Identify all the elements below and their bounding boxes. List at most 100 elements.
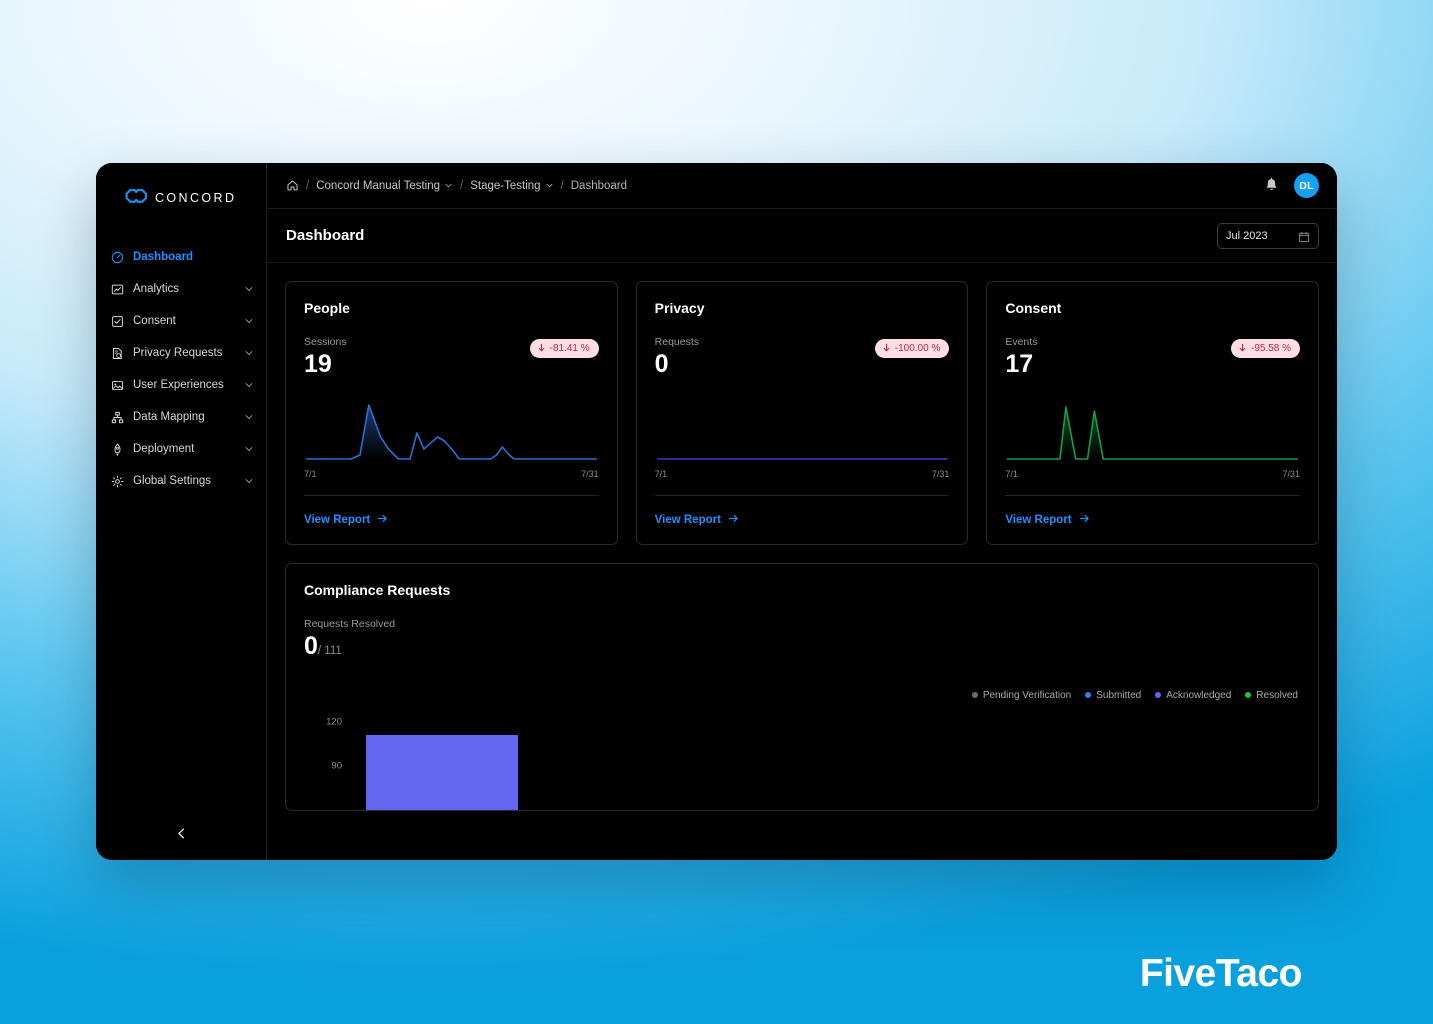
sidebar-item-dashboard[interactable]: Dashboard bbox=[96, 241, 266, 273]
compliance-metric: Requests Resolved 0/ 111 bbox=[304, 618, 1300, 661]
gauge-icon bbox=[110, 250, 124, 264]
legend-dot bbox=[1085, 692, 1092, 699]
metric-label: Sessions bbox=[304, 336, 347, 348]
chevron-down-icon bbox=[244, 380, 254, 390]
view-report-link[interactable]: View Report bbox=[1005, 513, 1089, 527]
legend-label: Acknowledged bbox=[1166, 689, 1232, 701]
metric-row: Requests 0 -100.00 % bbox=[655, 336, 950, 379]
y-axis: 120 90 bbox=[308, 714, 342, 810]
sidebar-item-data-mapping[interactable]: Data Mapping bbox=[96, 401, 266, 433]
status-badge: -100.00 % bbox=[874, 339, 950, 358]
card-footer: View Report bbox=[654, 494, 950, 544]
sidebar-nav: Dashboard Analytics Consent Privacy Requ… bbox=[96, 241, 266, 497]
breadcrumb-item-current: Dashboard bbox=[570, 179, 628, 192]
home-icon[interactable] bbox=[286, 179, 299, 192]
breadcrumb-label: Stage-Testing bbox=[470, 179, 541, 192]
sidebar-item-deployment[interactable]: Deployment bbox=[96, 433, 266, 465]
bar-stack[interactable] bbox=[366, 734, 518, 810]
metric-value: 17 bbox=[1005, 350, 1034, 378]
arrow-down-icon bbox=[537, 343, 546, 355]
legend-item-pending-verification[interactable]: Pending Verification bbox=[971, 690, 1071, 701]
legend-dot bbox=[1245, 692, 1252, 699]
chart-box-icon bbox=[110, 282, 124, 296]
document-shield-icon bbox=[110, 346, 124, 360]
metric-left: Events 17 bbox=[1005, 336, 1231, 379]
delta-value: -95.58 % bbox=[1250, 343, 1292, 354]
watermark: FiveTaco bbox=[1139, 952, 1303, 995]
legend-item-submitted[interactable]: Submitted bbox=[1085, 690, 1141, 701]
legend-label: Resolved bbox=[1256, 689, 1298, 701]
metric-value: 19 bbox=[304, 350, 332, 378]
sidebar-item-label: Analytics bbox=[133, 283, 180, 295]
bar-chart: 120 90 bbox=[304, 714, 1300, 810]
legend-label: Submitted bbox=[1096, 689, 1142, 701]
metric-value: 0 bbox=[654, 350, 669, 378]
breadcrumb-separator: / bbox=[306, 179, 310, 192]
chevron-down-icon bbox=[244, 444, 254, 454]
sidebar-item-label: User Experiences bbox=[133, 379, 224, 391]
chevron-left-icon bbox=[175, 827, 188, 845]
metric-total: / 111 bbox=[317, 644, 342, 657]
card-title: Privacy bbox=[654, 300, 705, 316]
sidebar-item-label: Deployment bbox=[133, 443, 195, 455]
sidebar-item-label: Consent bbox=[133, 315, 176, 327]
view-report-link[interactable]: View Report bbox=[304, 513, 388, 527]
sidebar-item-analytics[interactable]: Analytics bbox=[96, 273, 266, 305]
axis-end-label: 7/31 bbox=[1282, 468, 1301, 479]
delta-value: -100.00 % bbox=[894, 343, 941, 354]
legend-item-resolved[interactable]: Resolved bbox=[1245, 690, 1298, 701]
sidebar-item-global-settings[interactable]: Global Settings bbox=[96, 465, 266, 497]
axis-end-label: 7/31 bbox=[581, 468, 599, 479]
legend-dot bbox=[971, 692, 978, 699]
avatar[interactable]: DL bbox=[1294, 173, 1319, 198]
y-axis-tick: 120 bbox=[326, 716, 342, 728]
sidebar-collapse-button[interactable] bbox=[96, 822, 266, 850]
sparkline-axis: 7/1 7/31 bbox=[304, 469, 599, 479]
checkbox-icon bbox=[110, 314, 124, 328]
sidebar-item-consent[interactable]: Consent bbox=[96, 305, 266, 337]
legend-item-acknowledged[interactable]: Acknowledged bbox=[1155, 690, 1231, 701]
sidebar-item-user-experiences[interactable]: User Experiences bbox=[96, 369, 266, 401]
chevron-down-icon bbox=[244, 348, 254, 358]
brand-name: CONCORD bbox=[155, 191, 237, 205]
sidebar-item-label: Privacy Requests bbox=[133, 347, 223, 359]
date-picker[interactable]: Jul 2023 bbox=[1217, 222, 1319, 249]
sidebar-item-privacy-requests[interactable]: Privacy Requests bbox=[96, 337, 266, 369]
card-consent: Consent Events 17 -95.58 % 7/1 7/31 View… bbox=[986, 281, 1320, 545]
legend-dot bbox=[1155, 692, 1162, 699]
chevron-down-icon bbox=[244, 316, 254, 326]
page-header: Dashboard Jul 2023 bbox=[267, 209, 1337, 263]
breadcrumb-item-org[interactable]: Concord Manual Testing bbox=[316, 180, 453, 192]
breadcrumb-item-env[interactable]: Stage-Testing bbox=[470, 180, 553, 192]
card-title: Compliance Requests bbox=[304, 581, 451, 598]
y-axis-tick: 90 bbox=[331, 760, 342, 772]
main-area: / Concord Manual Testing / Stage-Testing… bbox=[267, 163, 1337, 860]
sitemap-icon bbox=[110, 410, 124, 424]
axis-end-label: 7/31 bbox=[931, 468, 950, 479]
app-window: CONCORD Dashboard Analytics Consent Priv… bbox=[96, 163, 1337, 860]
metric-left: Sessions 19 bbox=[304, 336, 530, 379]
view-report-link[interactable]: View Report bbox=[655, 513, 739, 527]
axis-start-label: 7/1 bbox=[1005, 468, 1018, 479]
arrow-right-icon bbox=[377, 513, 388, 527]
delta-value: -81.41 % bbox=[549, 343, 590, 354]
dashboard-content: People Sessions 19 -81.41 % 7/1 7/31 Vie… bbox=[267, 263, 1337, 860]
metric-value: 0 bbox=[304, 631, 318, 660]
metric-row: Sessions 19 -81.41 % bbox=[304, 336, 599, 379]
bell-icon[interactable] bbox=[1263, 177, 1280, 194]
arrow-right-icon bbox=[1079, 513, 1090, 527]
date-picker-value: Jul 2023 bbox=[1226, 229, 1268, 242]
breadcrumb: / Concord Manual Testing / Stage-Testing… bbox=[286, 179, 1263, 192]
brand[interactable]: CONCORD bbox=[96, 163, 266, 215]
chevron-down-icon bbox=[545, 181, 554, 190]
metric-left: Requests 0 bbox=[655, 336, 875, 379]
card-people: People Sessions 19 -81.41 % 7/1 7/31 Vie… bbox=[285, 281, 618, 545]
metric-label: Requests Resolved bbox=[304, 617, 396, 630]
stat-card-row: People Sessions 19 -81.41 % 7/1 7/31 Vie… bbox=[285, 281, 1320, 545]
breadcrumb-separator: / bbox=[460, 179, 464, 192]
metric-label: Events bbox=[1005, 336, 1038, 348]
arrow-right-icon bbox=[728, 513, 739, 527]
rocket-icon bbox=[110, 442, 124, 456]
calendar-icon bbox=[1298, 230, 1310, 242]
sidebar-item-label: Dashboard bbox=[133, 251, 194, 263]
